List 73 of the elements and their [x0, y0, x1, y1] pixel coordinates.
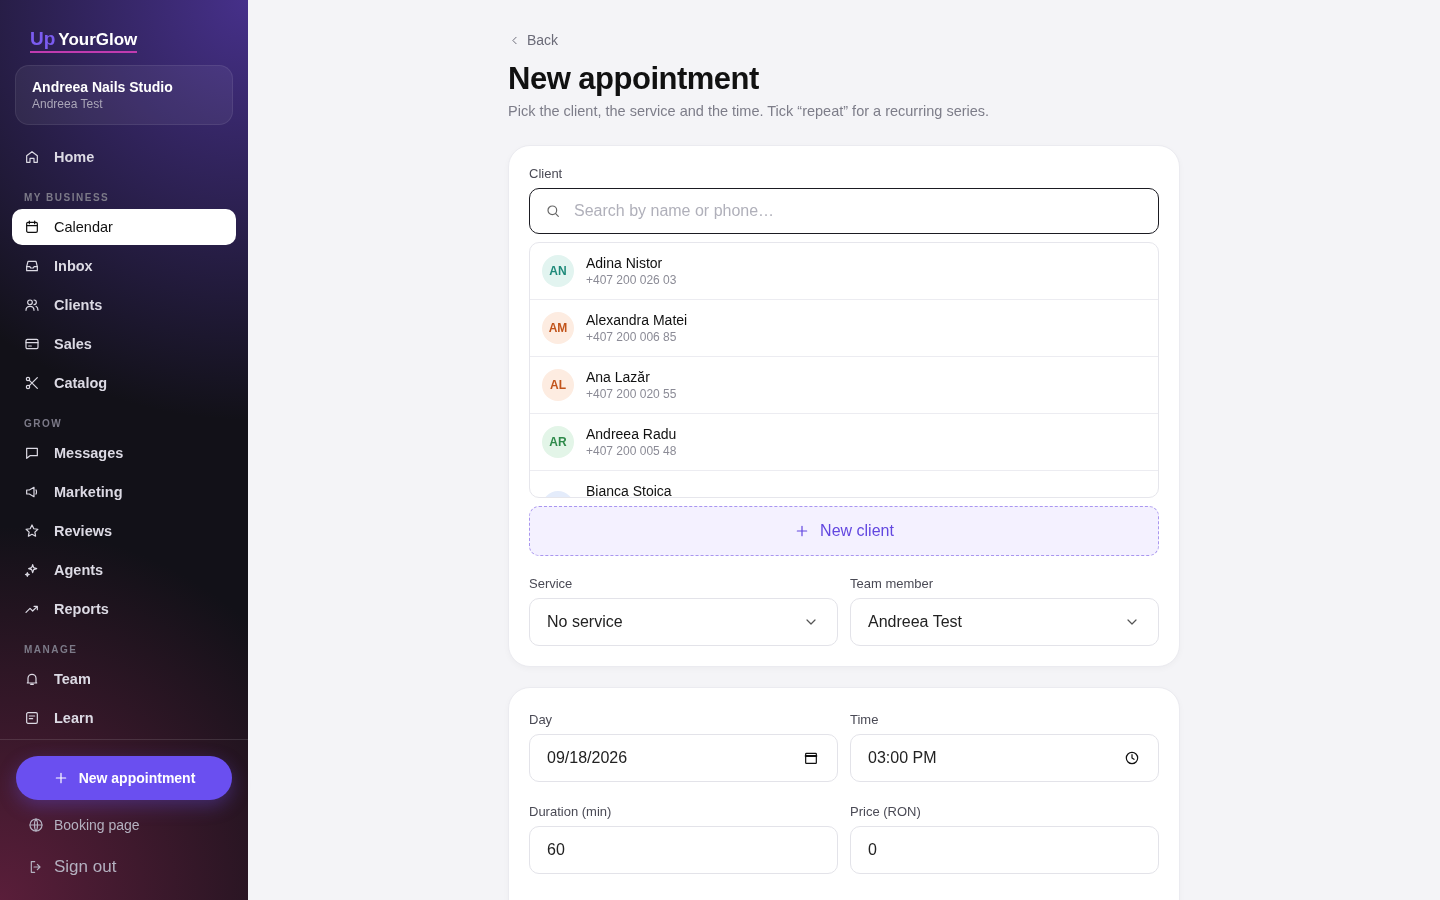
- avatar: AM: [542, 311, 574, 344]
- client-name: Andreea Radu: [586, 425, 677, 442]
- sparkles-icon: [24, 562, 40, 578]
- field-label: Duration (min): [529, 803, 613, 819]
- client-phone: +407 200 006 85: [586, 329, 678, 344]
- nav-item[interactable]: Messages: [12, 435, 236, 471]
- field-label: Day: [529, 711, 554, 727]
- globe-icon: [28, 817, 44, 833]
- client-phone: +407 200 005 48: [586, 443, 677, 458]
- avatar: AL: [542, 368, 574, 401]
- time-field[interactable]: 03:00 PM: [850, 733, 1159, 782]
- section-heading: MY BUSINESS: [24, 192, 111, 203]
- client-name: Bianca Stoica: [586, 482, 672, 497]
- nav-item[interactable]: Agents: [12, 552, 236, 588]
- nav-item[interactable]: Home: [12, 139, 236, 175]
- note-icon: [24, 710, 40, 726]
- nav-item[interactable]: Sales: [12, 326, 236, 362]
- home-icon: [24, 149, 40, 165]
- client-name: Alexandra Matei: [586, 311, 688, 328]
- field-label: Client: [529, 165, 564, 181]
- logo: UpYourGlow: [30, 28, 138, 53]
- new-client-button[interactable]: New client: [529, 505, 1159, 556]
- nav-item[interactable]: Marketing: [12, 474, 236, 510]
- field-label: Price (RON): [850, 803, 922, 819]
- star-icon: [24, 523, 40, 539]
- footer-link[interactable]: Sign out: [28, 854, 232, 880]
- search-field[interactable]: Search by name or phone…: [529, 187, 1159, 234]
- field-label: Service: [529, 575, 574, 591]
- nav-item[interactable]: Calendar: [12, 209, 236, 245]
- client-row[interactable]: AN Adina Nistor +407 200 026 03: [530, 242, 1158, 300]
- business-name: Andreea Nails Studio: [32, 79, 174, 95]
- nav-item[interactable]: Learn: [12, 700, 236, 736]
- clock-icon: [1124, 749, 1140, 766]
- new-appointment-button[interactable]: New appointment: [16, 756, 232, 800]
- field-label: Team member: [850, 575, 935, 591]
- section-heading: MANAGE: [24, 644, 79, 655]
- chat-icon: [24, 445, 40, 461]
- client-phone: +407 200 020 55: [586, 386, 677, 401]
- nav-item[interactable]: Reviews: [12, 513, 236, 549]
- bell-icon: [24, 671, 40, 687]
- client-row[interactable]: AM Alexandra Matei +407 200 006 85: [530, 299, 1158, 357]
- megaphone-icon: [24, 484, 40, 500]
- back-link[interactable]: Back: [508, 32, 559, 48]
- field-label: Time: [850, 711, 880, 727]
- date-field[interactable]: 09/18/2026: [529, 733, 838, 782]
- nav-item[interactable]: Inbox: [12, 248, 236, 284]
- client-phone: +407 200 026 03: [586, 272, 677, 287]
- nav-item[interactable]: Reports: [12, 591, 236, 627]
- inbox-icon: [24, 258, 40, 274]
- calendar-icon: [24, 219, 40, 235]
- client-name: Ana Lazăr: [586, 368, 651, 385]
- nav-item[interactable]: Team: [12, 661, 236, 697]
- text-field[interactable]: 60: [529, 825, 838, 874]
- section-heading: GROW: [24, 418, 64, 429]
- search-icon: [545, 202, 561, 219]
- scissors-icon: [24, 375, 40, 391]
- page-title: New appointment: [508, 60, 760, 97]
- business-card[interactable]: Andreea Nails Studio Andreea Test: [15, 65, 233, 125]
- nav-item[interactable]: Catalog: [12, 365, 236, 401]
- select-field[interactable]: No service: [529, 597, 838, 646]
- avatar: AR: [542, 425, 574, 458]
- people-icon: [24, 297, 40, 313]
- nav-item[interactable]: Clients: [12, 287, 236, 323]
- select-field[interactable]: Andreea Test: [850, 597, 1159, 646]
- footer-link[interactable]: Booking page: [28, 812, 232, 838]
- client-row[interactable]: AL Ana Lazăr +407 200 020 55: [530, 356, 1158, 414]
- card-icon: [24, 336, 40, 352]
- client-row[interactable]: AR Andreea Radu +407 200 005 48: [530, 413, 1158, 471]
- page-subtitle: Pick the client, the service and the time. Tick “repeat” for a recurring series.: [508, 102, 991, 119]
- avatar: AN: [542, 254, 574, 287]
- owner-name: Andreea Test: [32, 97, 104, 111]
- client-name: Adina Nistor: [586, 254, 664, 271]
- text-field[interactable]: 0: [850, 825, 1159, 874]
